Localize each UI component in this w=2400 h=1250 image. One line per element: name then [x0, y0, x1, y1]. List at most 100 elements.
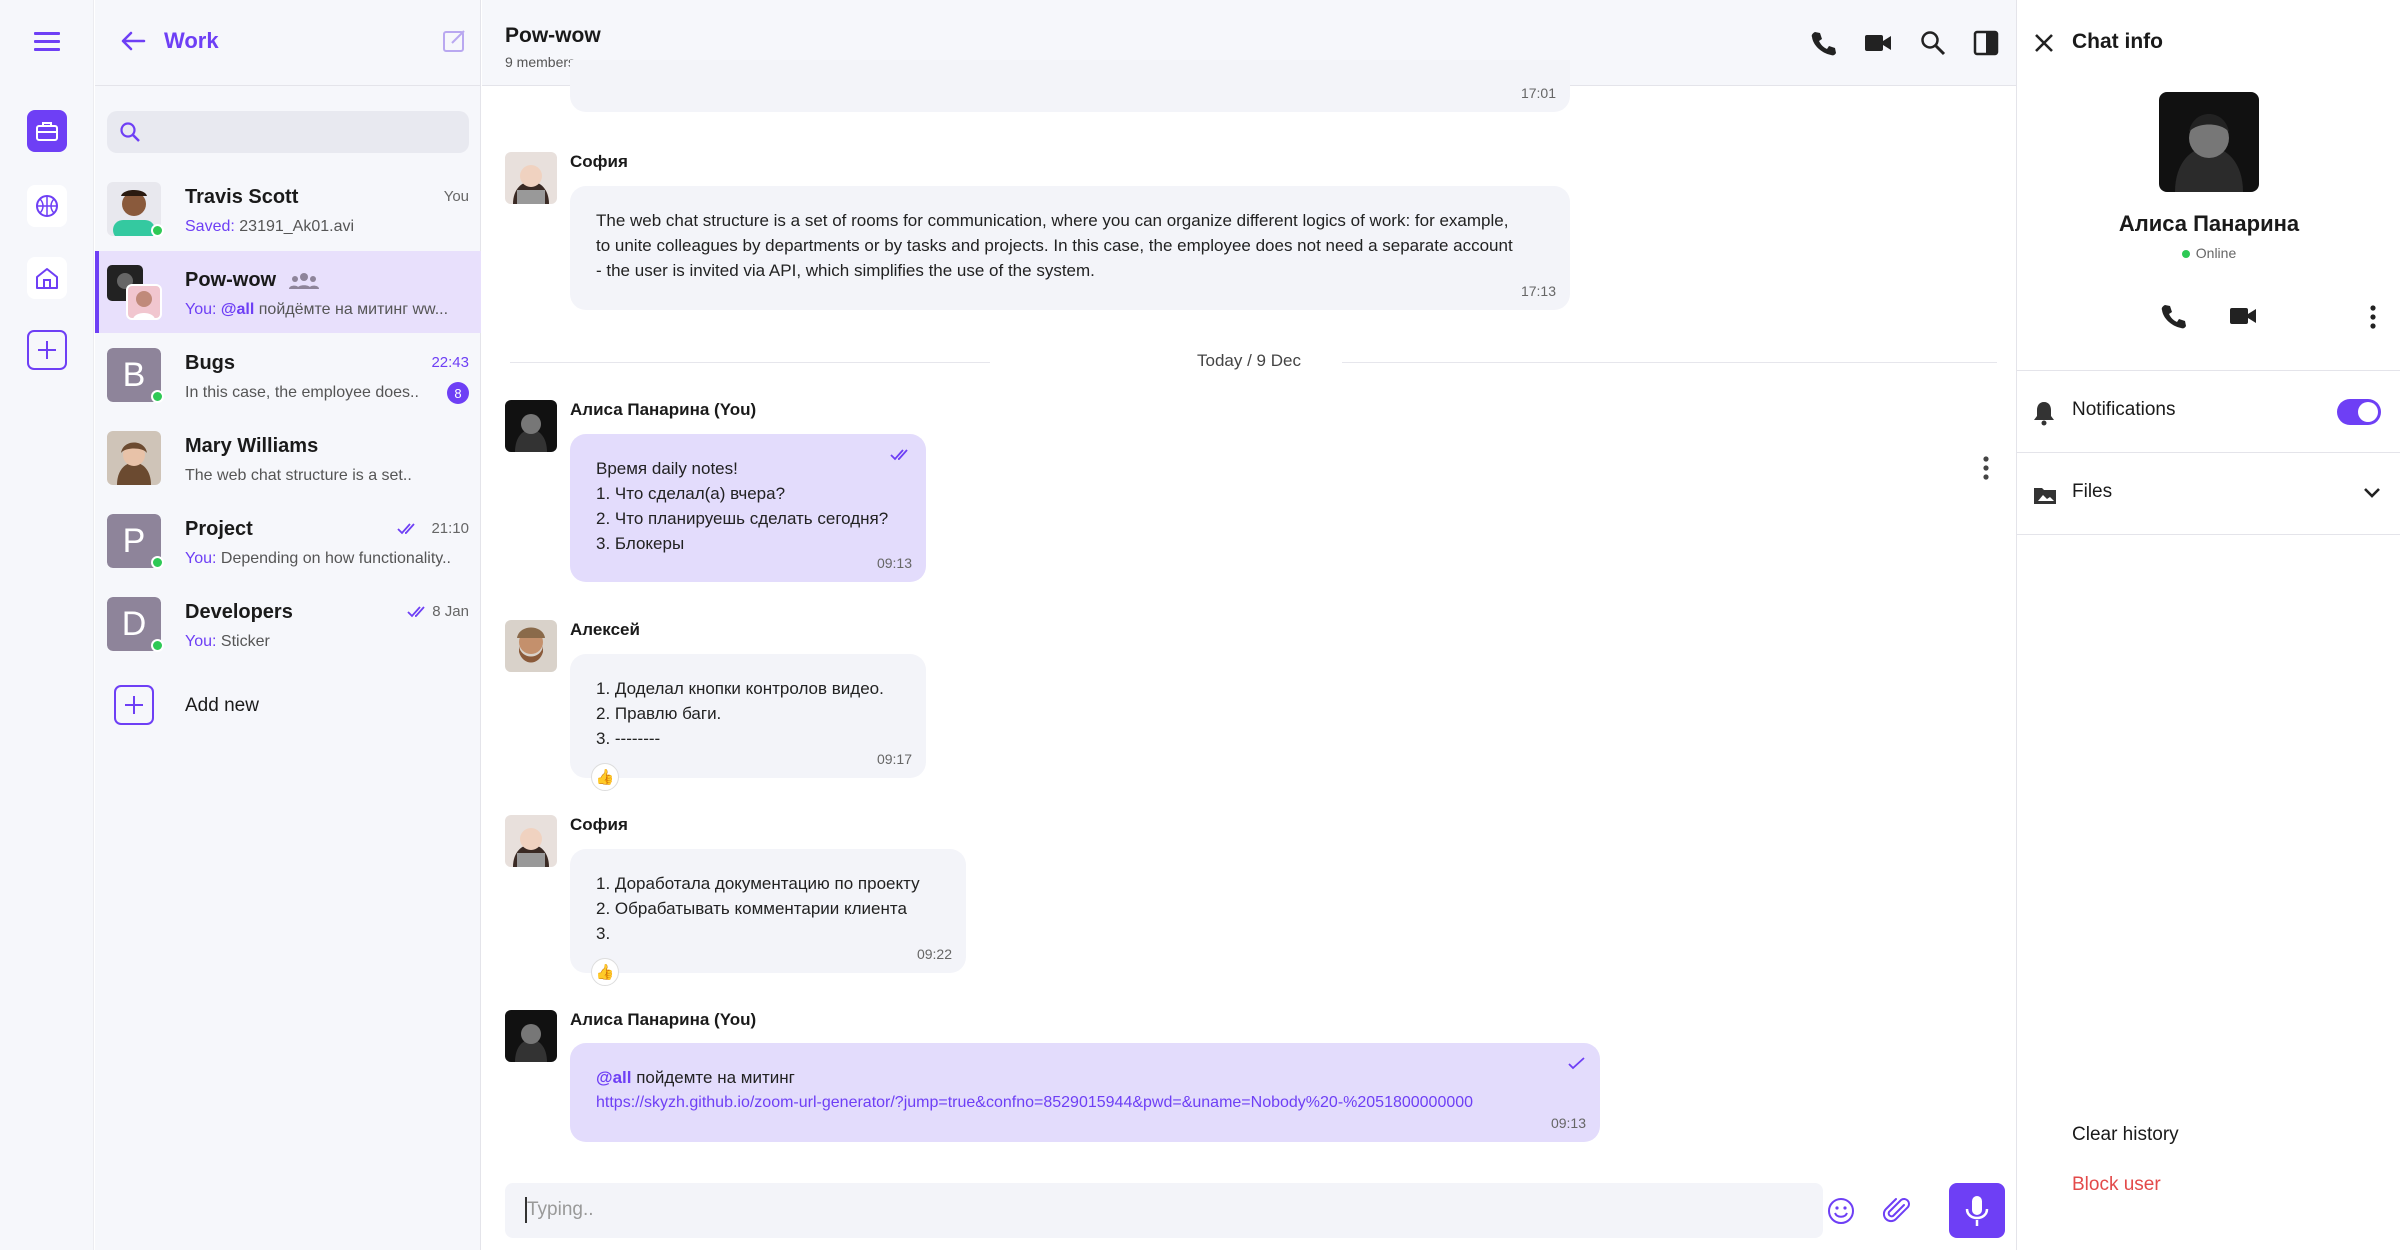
avatar: [107, 431, 161, 485]
message-author: София: [570, 152, 628, 171]
message-line: 1. Доделал кнопки контролов видео.: [596, 679, 884, 698]
compose-icon[interactable]: [442, 28, 468, 54]
divider: [2017, 534, 2400, 535]
message-input[interactable]: Typing..: [505, 1183, 1823, 1238]
folder-image-icon: [2034, 488, 2056, 504]
workspace-rail: [0, 0, 94, 1250]
profile-name: Алиса Панарина: [2118, 211, 2300, 236]
online-indicator: [151, 556, 164, 569]
avatar: [505, 620, 557, 672]
group-avatar: [107, 265, 163, 320]
phone-icon[interactable]: [1810, 30, 1836, 56]
chat-item-pow-wow[interactable]: Pow-wow You: @all пойдёмте на митинг ww.…: [95, 251, 481, 333]
chat-item-name: Project: [185, 518, 253, 540]
chat-item-name: Pow-wow: [185, 269, 277, 291]
online-indicator: [151, 224, 164, 237]
block-user-button[interactable]: Block user: [2072, 1174, 2161, 1196]
message-author: София: [570, 815, 628, 834]
notifications-toggle[interactable]: [2337, 399, 2381, 425]
chat-item-preview: You: @all пойдёмте на митинг ww...: [185, 301, 455, 319]
message-line: @all пойдемте на митинг: [596, 1065, 1574, 1090]
reaction-thumbs-up[interactable]: 👍: [591, 763, 619, 791]
clear-history-button[interactable]: Clear history: [2072, 1124, 2179, 1146]
message-line: 1. Доработала документацию по проекту: [596, 874, 920, 893]
avatar: [505, 400, 557, 452]
preview-text: 23191_Ak01.avi: [239, 218, 355, 235]
message-line: 2. Правлю баги.: [596, 704, 722, 723]
double-check-icon: [407, 606, 425, 618]
preview-prefix: You:: [185, 301, 217, 318]
chat-item-preview: Saved: 23191_Ak01.avi: [185, 218, 455, 236]
video-camera-icon[interactable]: [1864, 32, 1892, 54]
briefcase-icon: [27, 110, 67, 152]
message-line: - the user is invited via API, which sim…: [596, 261, 1095, 280]
message-line: 2. Обрабатывать комментарии клиента: [596, 899, 907, 918]
mention[interactable]: @all: [596, 1068, 631, 1087]
side-panel-icon[interactable]: [1973, 30, 1999, 56]
add-workspace-button[interactable]: [27, 330, 67, 370]
preview-text: пойдёмте на митинг ww...: [258, 301, 449, 318]
phone-icon[interactable]: [2160, 303, 2186, 329]
chat-item-project[interactable]: P Project 21:10 You: Depending on how fu…: [95, 500, 481, 582]
reaction-thumbs-up[interactable]: 👍: [591, 958, 619, 986]
group-icon: [289, 273, 319, 289]
workspace-sports[interactable]: [27, 185, 67, 227]
workspace-work[interactable]: [27, 110, 67, 152]
search-input[interactable]: [107, 111, 469, 153]
bell-icon: [2034, 402, 2054, 426]
chat-item-preview: You: Depending on how functionality..: [185, 550, 455, 568]
search-icon: [120, 122, 140, 142]
chat-info-title: Chat info: [2072, 30, 2163, 53]
add-new-chat-button[interactable]: Add new: [95, 670, 481, 740]
avatar: [505, 1010, 557, 1062]
attach-button[interactable]: [1869, 1183, 1925, 1238]
chat-item-mary-williams[interactable]: Mary Williams The web chat structure is …: [95, 417, 481, 499]
message-link[interactable]: https://skyzh.github.io/zoom-url-generat…: [596, 1090, 1574, 1115]
menu-icon[interactable]: [27, 22, 67, 62]
unread-badge: 8: [447, 382, 469, 404]
notifications-label: Notifications: [2072, 399, 2176, 420]
preview-mention: @all: [220, 301, 255, 318]
chat-item-name: Bugs: [185, 352, 235, 374]
voice-record-button[interactable]: [1949, 1183, 2005, 1238]
search-icon[interactable]: [1920, 30, 1946, 56]
emoji-icon: [1828, 1197, 1854, 1224]
more-vertical-icon[interactable]: [1982, 455, 1990, 481]
preview-prefix: You:: [185, 550, 217, 567]
avatar: [505, 815, 557, 867]
message-bubble: Время daily notes! 1. Что сделал(а) вчер…: [570, 434, 926, 582]
back-arrow-icon[interactable]: [120, 30, 146, 52]
chat-panel: Pow-wow 9 members 17:01 София The web ch…: [482, 0, 2016, 1250]
status-text: Online: [2195, 245, 2237, 261]
video-camera-icon[interactable]: [2229, 305, 2257, 327]
message-line: The web chat structure is a set of rooms…: [596, 211, 1509, 230]
chat-title: Pow-wow: [505, 24, 601, 47]
chat-item-name: Developers: [185, 601, 293, 623]
message-time: 09:13: [1550, 1115, 1586, 1131]
chat-list-panel: Work Travis Scott You Saved: 23191_Ak01.…: [95, 0, 481, 1250]
chat-item-travis-scott[interactable]: Travis Scott You Saved: 23191_Ak01.avi: [95, 168, 481, 250]
message-line: to unite colleagues by departments or by…: [596, 236, 1513, 255]
message-line: 2. Что планируешь сделать сегодня?: [596, 509, 889, 528]
message-author: Алиса Панарина (You): [570, 400, 757, 419]
message-author: Алексей: [570, 620, 640, 639]
home-icon: [27, 257, 67, 299]
emoji-button[interactable]: [1813, 1183, 1869, 1238]
files-row[interactable]: Files: [2017, 452, 2400, 534]
chat-info-panel: Chat info Алиса Панарина Online Notifica…: [2016, 0, 2400, 1250]
members-count: 9 members: [505, 54, 576, 70]
message-bubble-partial: 17:01: [570, 60, 1570, 112]
chat-item-developers[interactable]: D Developers 8 Jan You: Sticker: [95, 583, 481, 665]
more-vertical-icon[interactable]: [2369, 304, 2377, 330]
paperclip-icon: [1882, 1197, 1910, 1222]
message-line: 3. Блокеры: [596, 534, 685, 553]
message-line: 1. Что сделал(а) вчера?: [596, 484, 786, 503]
preview-prefix: Saved:: [185, 218, 235, 235]
profile-status: Online: [2017, 245, 2400, 261]
close-icon[interactable]: [2033, 32, 2055, 54]
chevron-down-icon[interactable]: [2363, 487, 2381, 499]
message-author: Алиса Панарина (You): [570, 1010, 757, 1029]
online-indicator: [151, 639, 164, 652]
chat-item-bugs[interactable]: B Bugs 22:43 In this case, the employee …: [95, 334, 481, 416]
workspace-home[interactable]: [27, 257, 67, 299]
